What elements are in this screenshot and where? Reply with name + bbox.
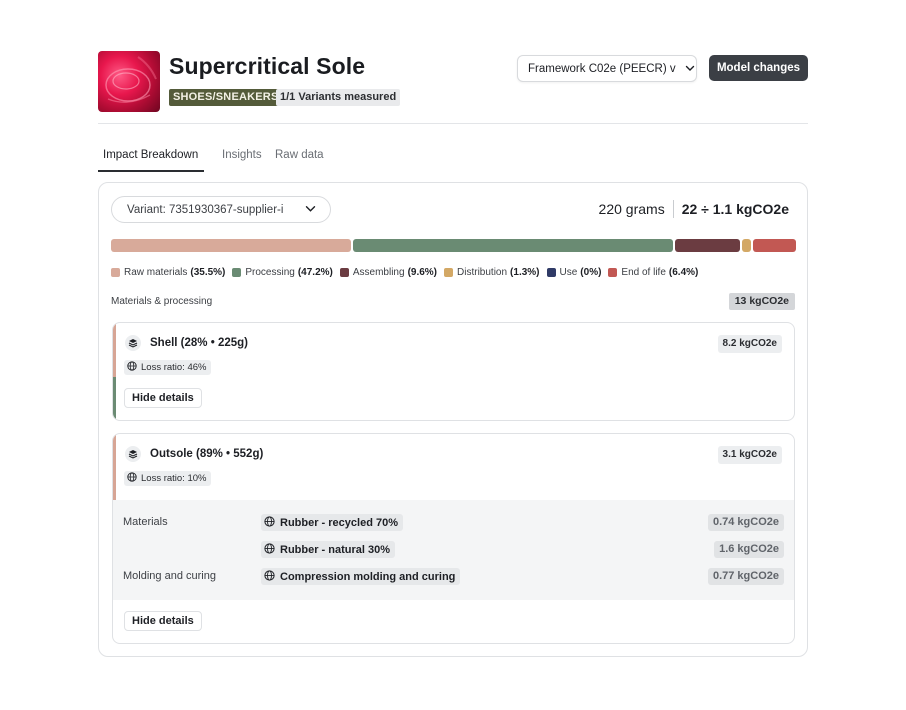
variants-measured-badge: 1/1 Variants measured (276, 89, 401, 106)
material-emissions: 1.6 kgCO2e (714, 541, 784, 558)
legend-item: End of life (6.4%) (608, 267, 698, 278)
legend-label: Assembling (352, 267, 405, 278)
tab-bar: Impact Breakdown Insights Raw data (98, 145, 398, 172)
legend-label: Use (559, 267, 578, 278)
section-total: 13 kgCO2e (728, 293, 795, 310)
legend-item: Assembling (9.6%) (339, 267, 438, 278)
legend-item: Raw materials (35.5%) (111, 267, 225, 278)
legend-swatch (546, 268, 556, 277)
processing-stripe (113, 377, 116, 420)
legend-label: Raw materials (124, 267, 188, 278)
model-changes-button[interactable]: Model changes (709, 55, 808, 81)
impact-bar-segment (741, 239, 751, 252)
impact-bar-segment (353, 239, 673, 252)
legend-item: Processing (47.2%) (232, 267, 333, 278)
legend-swatch (339, 268, 349, 277)
loss-ratio-text: Loss ratio: 10% (141, 473, 207, 484)
impact-bar-segment (111, 239, 352, 252)
material-chip: Rubber - natural 30% (261, 541, 396, 558)
legend-swatch (444, 268, 454, 277)
legend-percent: (35.5%) (190, 267, 226, 278)
materials-label: Materials (123, 516, 168, 528)
chevron-down-icon (685, 63, 695, 75)
chevron-down-icon (305, 204, 316, 216)
legend-label: End of life (621, 267, 666, 278)
tab-insights[interactable]: Insights (222, 149, 262, 161)
impact-summary: 220 grams 22 ÷ 1.1 kgCO2e (599, 200, 789, 218)
framework-label: Framework C02e (PEECR) v (528, 62, 676, 75)
processing-label: Molding and curing (123, 570, 216, 582)
process-emissions: 0.77 kgCO2e (707, 568, 784, 585)
legend-item: Distribution (1.3%) (444, 267, 540, 278)
tab-raw-data[interactable]: Raw data (275, 149, 324, 161)
process-chip: Compression molding and curing (261, 568, 461, 585)
legend-percent: (0%) (580, 267, 602, 278)
summary-separator (672, 200, 674, 218)
product-header: Supercritical Sole SHOES/SNEAKERS 1/1 Va… (98, 51, 808, 113)
layers-icon (125, 446, 141, 462)
legend-item: Use (0%) (546, 267, 602, 278)
layers-icon (125, 335, 141, 351)
component-emissions: 3.1 kgCO2e (717, 446, 782, 464)
legend-label: Distribution (457, 267, 508, 278)
legend-swatch (232, 268, 242, 277)
hide-details-button[interactable]: Hide details (124, 611, 202, 631)
impact-bar-segment (674, 239, 740, 252)
component-outsole: Outsole (89% • 552g) 3.1 kgCO2e Loss rat… (112, 433, 795, 644)
variant-select[interactable]: Variant: 7351930367-supplier-i (111, 196, 331, 223)
loss-ratio-badge: Loss ratio: 46% (124, 360, 212, 375)
raw-material-stripe (113, 323, 116, 377)
section-label: Materials & processing (111, 296, 213, 307)
legend-swatch (111, 268, 120, 277)
component-emissions: 8.2 kgCO2e (717, 335, 782, 353)
component-details: Materials Molding and curing Rubber - re… (113, 500, 794, 600)
component-title: Outsole (89% • 552g) (150, 448, 264, 460)
process-name: Compression molding and curing (280, 570, 456, 583)
total-weight: 220 grams (598, 201, 665, 217)
tab-impact-breakdown[interactable]: Impact Breakdown (103, 149, 198, 161)
impact-stacked-bar (111, 239, 796, 252)
hide-details-button[interactable]: Hide details (124, 388, 202, 408)
material-name: Rubber - recycled 70% (280, 516, 398, 529)
loss-ratio-badge: Loss ratio: 10% (124, 471, 212, 486)
component-shell: Shell (28% • 225g) 8.2 kgCO2e Loss ratio… (112, 322, 795, 421)
loss-ratio-text: Loss ratio: 46% (141, 362, 207, 373)
globe-icon (264, 542, 275, 557)
legend-percent: (47.2%) (297, 267, 333, 278)
impact-breakdown-card: Variant: 7351930367-supplier-i 220 grams… (98, 182, 808, 657)
material-chip: Rubber - recycled 70% (261, 514, 403, 531)
total-emissions: 22 ÷ 1.1 kgCO2e (681, 201, 789, 217)
header-divider (98, 123, 808, 124)
legend-swatch (608, 268, 618, 277)
component-title: Shell (28% • 225g) (150, 337, 248, 349)
impact-legend: Raw materials (35.5%) Processing (47.2%) Ass… (111, 267, 705, 278)
active-tab-indicator (98, 170, 204, 172)
impact-bar-segment (752, 239, 796, 252)
product-thumbnail (98, 51, 160, 112)
legend-label: Processing (245, 267, 295, 278)
globe-icon (264, 569, 275, 584)
material-name: Rubber - natural 30% (280, 543, 391, 556)
globe-icon (127, 361, 137, 374)
variant-label: Variant: 7351930367-supplier-i (127, 203, 284, 216)
globe-icon (264, 515, 275, 530)
legend-percent: (6.4%) (668, 267, 699, 278)
product-title: Supercritical Sole (169, 53, 366, 79)
category-badge: SHOES/SNEAKERS (169, 89, 283, 106)
legend-percent: (1.3%) (510, 267, 540, 278)
legend-percent: (9.6%) (407, 267, 438, 278)
globe-icon (127, 472, 137, 485)
framework-dropdown[interactable]: Framework C02e (PEECR) v (517, 55, 697, 82)
material-emissions: 0.74 kgCO2e (707, 514, 784, 531)
